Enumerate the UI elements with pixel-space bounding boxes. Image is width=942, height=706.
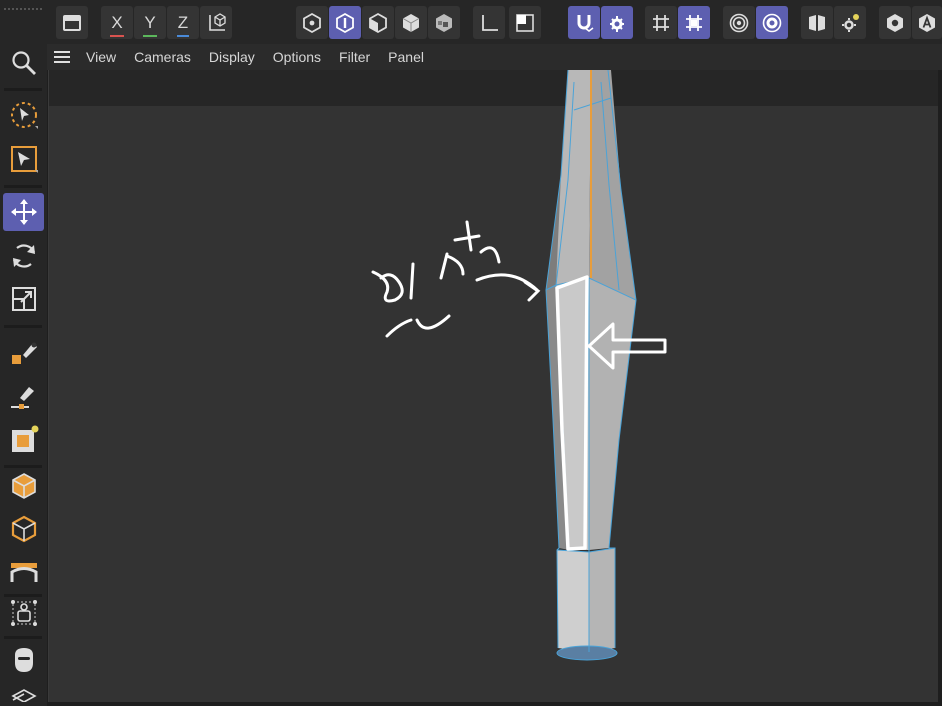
lock-z-button[interactable]: Z (167, 6, 199, 39)
axis-mode-button[interactable] (473, 6, 505, 39)
right-edge-strip (938, 70, 942, 706)
solo-button[interactable] (509, 6, 541, 39)
cube-icon (11, 473, 36, 499)
3d-viewport[interactable] (48, 70, 939, 702)
character-tool-button[interactable] (3, 594, 44, 632)
viewport-menu-bar: View Cameras Display Options Filter Pane… (47, 44, 942, 70)
bottom-edge-strip (47, 702, 942, 706)
rotate-tool-button[interactable] (3, 237, 44, 275)
live-selection-icon (10, 102, 38, 129)
menu-cameras[interactable]: Cameras (134, 49, 191, 65)
bend-tool-button[interactable] (3, 552, 44, 590)
layers-icon (10, 689, 37, 702)
sketch-tool-button[interactable] (3, 377, 44, 415)
menu-view[interactable]: View (86, 49, 116, 65)
coordinate-system-icon (209, 12, 226, 31)
layers-tool-button[interactable] (3, 682, 44, 706)
hide-icon (887, 13, 903, 32)
lock-x-button[interactable]: X (101, 6, 133, 39)
mask-icon (14, 648, 33, 672)
scale-icon (11, 287, 36, 311)
solo-icon (516, 13, 534, 32)
model-mode-icon (402, 13, 420, 32)
snap-settings-icon (610, 15, 624, 32)
live-selection-button[interactable] (3, 96, 44, 134)
polygons-mode-button[interactable] (362, 6, 394, 39)
lock-z-icon: Z (176, 12, 190, 37)
character-icon (10, 600, 37, 626)
viewport-scene (371, 70, 667, 661)
move-tool-button[interactable] (3, 193, 44, 231)
spline-tool-button[interactable] (3, 421, 44, 459)
cube-outline-icon (11, 515, 36, 543)
render-region-button[interactable] (3, 140, 44, 178)
model-mode-button[interactable] (395, 6, 427, 39)
texture-mode-button[interactable] (428, 6, 460, 39)
scale-tool-button[interactable] (3, 280, 44, 318)
snap-icon (577, 14, 594, 32)
points-mode-icon (303, 12, 321, 33)
hide-button[interactable] (879, 6, 911, 39)
left-tool-palette (0, 44, 47, 706)
menu-filter[interactable]: Filter (339, 49, 370, 65)
menu-display[interactable]: Display (209, 49, 255, 65)
snap-button[interactable] (568, 6, 600, 39)
texture-mode-icon (436, 13, 452, 32)
coordinate-system-button[interactable] (200, 6, 232, 39)
lock-x-icon: X (110, 12, 125, 37)
spline-icon (11, 425, 38, 452)
edges-mode-button[interactable] (329, 6, 361, 39)
soft-selection-icon (762, 13, 782, 32)
grid-icon (653, 14, 669, 31)
symmetry-icon (809, 14, 825, 31)
top-toolbar: X Y Z (0, 0, 942, 44)
mask-tool-button[interactable] (3, 641, 44, 679)
soft-selection-button[interactable] (756, 6, 788, 39)
symmetry-settings-icon (842, 13, 859, 32)
polygons-mode-icon (369, 12, 387, 33)
cube-outline-tool-button[interactable] (3, 510, 44, 548)
render-view-icon (63, 14, 81, 31)
text-a-icon (919, 13, 935, 32)
sketch-icon (10, 387, 34, 409)
toolbar-grip[interactable] (4, 8, 42, 12)
search-button[interactable] (3, 44, 44, 82)
points-mode-button[interactable] (296, 6, 328, 39)
pen-icon (11, 342, 37, 364)
menu-options[interactable]: Options (273, 49, 321, 65)
workplane-snap-button[interactable] (678, 6, 710, 39)
lock-y-button[interactable]: Y (134, 6, 166, 39)
move-icon (10, 199, 37, 225)
target-button[interactable] (723, 6, 755, 39)
render-view-button[interactable] (56, 6, 88, 39)
axis-mode-icon (482, 14, 498, 31)
rotate-icon (12, 244, 35, 268)
lock-y-icon: Y (143, 12, 158, 37)
target-icon (729, 13, 749, 32)
render-region-icon (10, 146, 38, 173)
symmetry-button[interactable] (801, 6, 833, 39)
annotation-curved-arrow-icon (475, 273, 541, 302)
hamburger-menu-icon[interactable] (54, 51, 70, 63)
edges-mode-icon (336, 12, 354, 33)
snap-settings-button[interactable] (601, 6, 633, 39)
cube-tool-button[interactable] (3, 467, 44, 505)
grid-button[interactable] (645, 6, 677, 39)
workplane-snap-icon (686, 14, 702, 31)
menu-panel[interactable]: Panel (388, 49, 424, 65)
text-a-button[interactable] (912, 6, 942, 39)
bend-icon (10, 563, 37, 582)
symmetry-settings-button[interactable] (834, 6, 866, 39)
search-icon (11, 51, 36, 75)
pen-tool-button[interactable] (3, 333, 44, 371)
